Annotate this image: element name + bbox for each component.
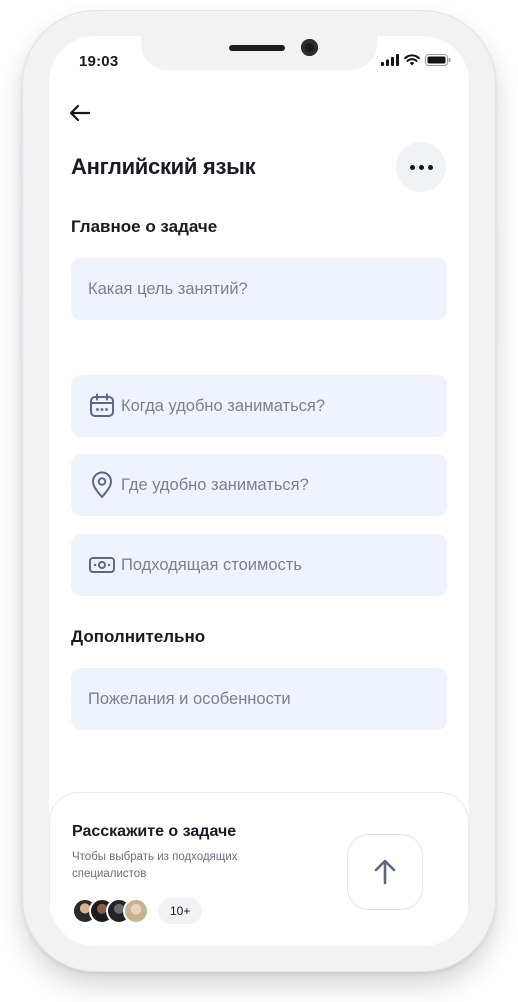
price-input[interactable]: Подходящая стоимость (71, 534, 447, 596)
status-icons (381, 54, 451, 66)
phone-screen: 19:03 Английский язык Главное о задаче К… (49, 36, 469, 946)
wifi-icon (404, 54, 420, 66)
more-options-button[interactable] (396, 142, 446, 192)
front-camera (301, 39, 318, 56)
arrow-up-icon (374, 859, 396, 885)
more-dot (427, 164, 433, 170)
phone-mute-switch (19, 140, 23, 176)
speaker-grille (229, 45, 285, 51)
phone-volume-up (19, 206, 23, 278)
goal-input[interactable]: Какая цель занятий? (71, 258, 447, 320)
page-title: Английский язык (71, 154, 256, 179)
wishes-placeholder: Пожелания и особенности (88, 689, 291, 708)
back-button[interactable] (69, 100, 99, 126)
wishes-input[interactable]: Пожелания и особенности (71, 668, 447, 730)
phone-power-button (495, 230, 499, 342)
status-time: 19:03 (79, 53, 119, 70)
section-title-main: Главное о задаче (71, 217, 218, 236)
location-input[interactable]: Где удобно заниматься? (71, 454, 447, 516)
specialists-count-badge: 10+ (158, 898, 203, 924)
location-placeholder: Где удобно заниматься? (121, 475, 309, 494)
signal-icon (381, 54, 399, 66)
schedule-input[interactable]: Когда удобно заниматься? (71, 375, 447, 437)
more-horizontal-icon (409, 164, 415, 170)
submit-button[interactable] (347, 834, 423, 910)
price-placeholder: Подходящая стоимость (121, 555, 302, 574)
phone-volume-down (19, 294, 23, 366)
calendar-icon (88, 392, 116, 420)
card-subtitle: Чтобы выбрать из подходящих специалистов (72, 851, 238, 880)
schedule-placeholder: Когда удобно заниматься? (121, 396, 326, 415)
section-title-extra: Дополнительно (71, 627, 206, 646)
money-icon (88, 551, 116, 579)
goal-placeholder: Какая цель занятий? (88, 279, 248, 298)
task-summary-card: Расскажите о задаче Чтобы выбрать из под… (49, 792, 469, 946)
location-pin-icon (88, 471, 116, 499)
notch (141, 36, 377, 70)
avatar (123, 898, 149, 924)
battery-icon (425, 54, 451, 66)
more-dot (418, 164, 424, 170)
specialist-avatars: 10+ (72, 898, 203, 924)
card-title: Расскажите о задаче (72, 823, 237, 840)
arrow-left-icon (69, 104, 91, 122)
